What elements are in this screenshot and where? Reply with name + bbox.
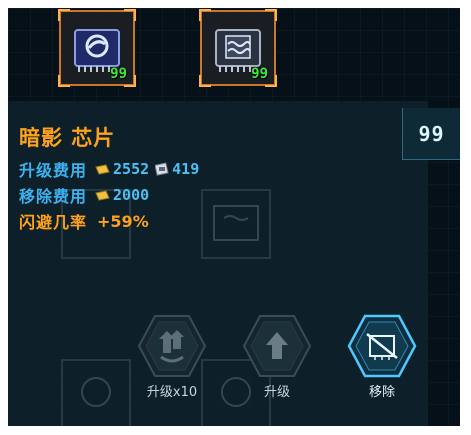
- upgrade-x10-button[interactable]: 升级x10: [132, 313, 212, 400]
- chip-qty: 99: [110, 66, 127, 82]
- remove-label: 移除: [368, 385, 395, 400]
- chip-count: 99: [418, 121, 445, 146]
- chip-title: 暗影 芯片: [19, 126, 116, 150]
- chip-count-box: 99: [402, 108, 460, 160]
- upgrade-cost-row: 升级费用 2552 419: [19, 158, 199, 180]
- chip-qty: 99: [251, 66, 268, 82]
- material-icon: [155, 162, 169, 176]
- gold-icon: [95, 189, 110, 201]
- chip-slot-wave[interactable]: 99: [199, 9, 277, 87]
- remove-cost-gold: 2000: [113, 186, 150, 204]
- upgrade-cost-gold: 2552: [113, 160, 150, 178]
- upgrade-cost-material: 419: [172, 160, 200, 178]
- stat-label: 闪避几率: [19, 213, 88, 232]
- upgrade-x10-icon: [137, 315, 207, 377]
- remove-cost-label: 移除费用: [19, 187, 88, 206]
- ghost-chip-icon: [201, 189, 271, 259]
- remove-icon: [347, 314, 417, 378]
- remove-button[interactable]: 移除: [342, 313, 422, 400]
- chip-slot-shadow[interactable]: 99: [58, 9, 136, 87]
- ghost-chip-icon: [61, 359, 131, 426]
- stat-value: +59%: [97, 211, 149, 231]
- gold-icon: [95, 163, 110, 175]
- upgrade-x10-label: 升级x10: [146, 385, 198, 400]
- remove-cost-row: 移除费用 2000: [19, 184, 149, 206]
- upgrade-label: 升级: [263, 385, 290, 400]
- stat-row: 闪避几率 +59%: [19, 210, 149, 233]
- game-screen: 99 99 99 暗影 芯片 升级费用 2552 419 移除费用 2000 闪…: [8, 8, 460, 426]
- upgrade-cost-label: 升级费用: [19, 161, 88, 180]
- upgrade-icon: [242, 315, 312, 377]
- upgrade-button[interactable]: 升级: [237, 313, 317, 400]
